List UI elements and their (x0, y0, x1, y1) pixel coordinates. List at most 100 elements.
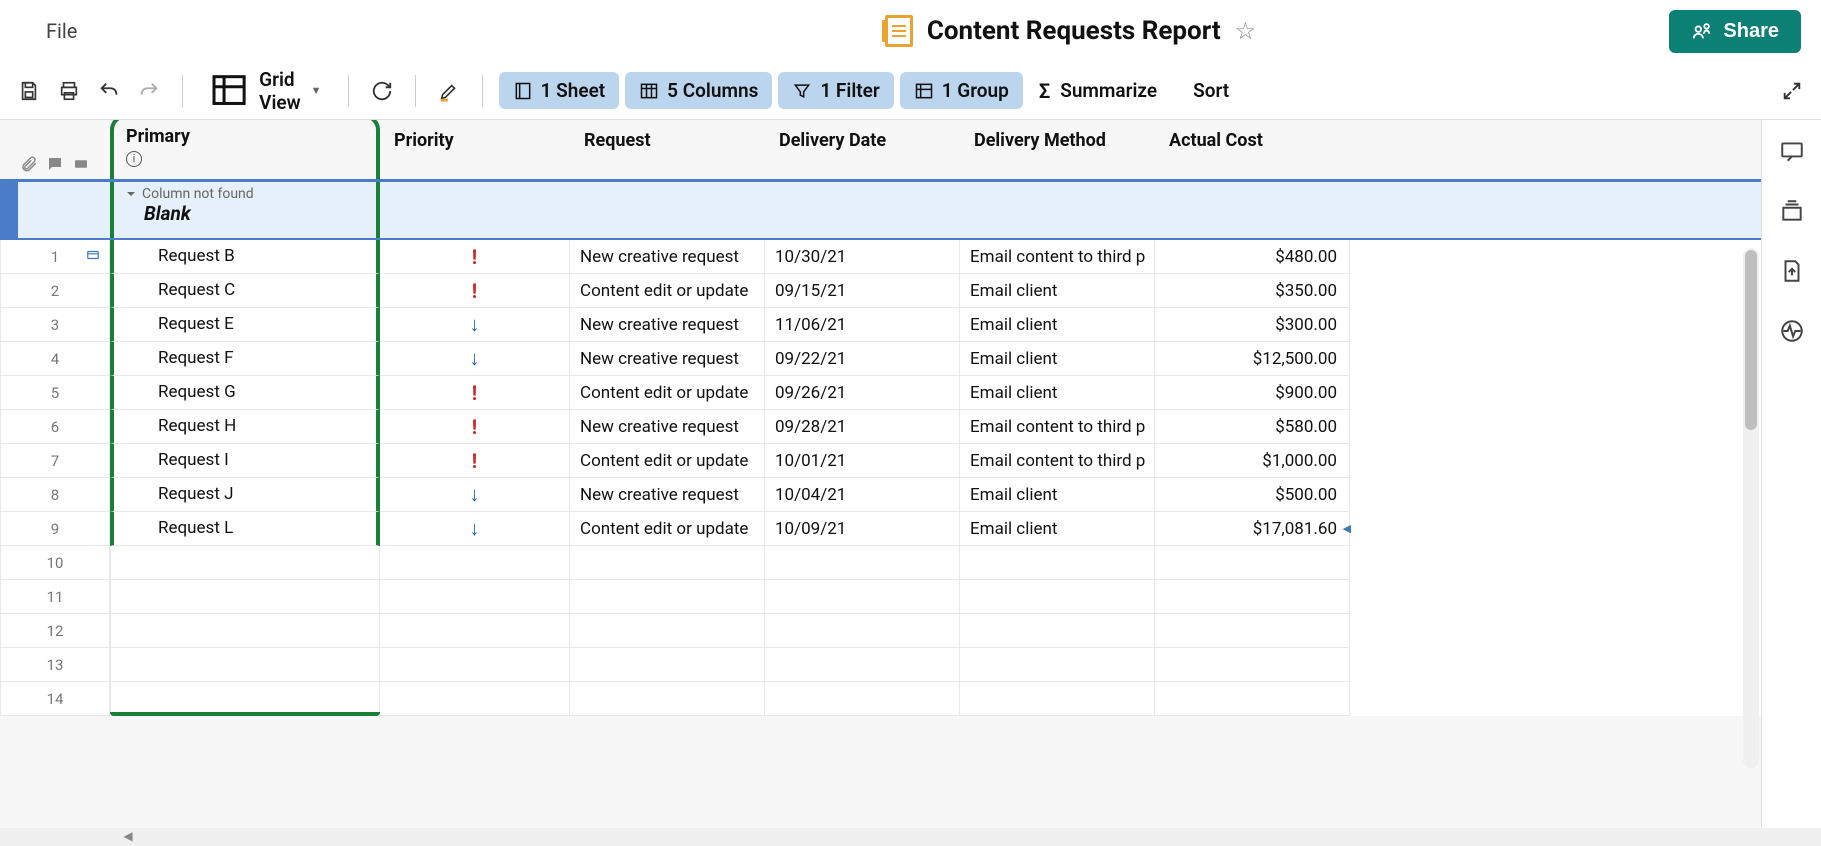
cell-request[interactable] (570, 648, 765, 682)
filter-pill[interactable]: 1 Filter (778, 72, 893, 109)
column-header-delivery-date[interactable]: Delivery Date (765, 120, 960, 179)
row-number[interactable]: 6 (0, 410, 110, 444)
share-button[interactable]: Share (1669, 10, 1801, 53)
cell-primary[interactable]: Request H (110, 410, 380, 444)
cell-priority[interactable]: ! (380, 410, 570, 444)
save-icon[interactable] (12, 74, 46, 108)
cell-primary[interactable] (110, 682, 380, 716)
attachments-panel-icon[interactable] (1779, 258, 1805, 288)
cell-delivery-method[interactable] (960, 682, 1155, 716)
cell-request[interactable] (570, 614, 765, 648)
column-header-actual-cost[interactable]: Actual Cost (1155, 120, 1350, 179)
cell-actual-cost[interactable] (1155, 546, 1350, 580)
row-number[interactable]: 8 (0, 478, 110, 512)
cell-priority[interactable] (380, 648, 570, 682)
cell-priority[interactable] (380, 614, 570, 648)
row-number[interactable]: 2 (0, 274, 110, 308)
row-number[interactable]: 5 (0, 376, 110, 410)
cell-primary[interactable]: Request L (110, 512, 380, 546)
cell-request[interactable]: New creative request (570, 308, 765, 342)
view-selector[interactable]: Grid View ▼ (199, 62, 332, 120)
cell-request[interactable] (570, 580, 765, 614)
table-row[interactable]: 1Request B!New creative request10/30/21E… (0, 240, 1761, 274)
cell-primary[interactable]: Request G (110, 376, 380, 410)
cell-delivery-method[interactable]: Email content to third p (960, 240, 1155, 274)
table-row-empty[interactable]: 10 (0, 546, 1761, 580)
scroll-left-icon[interactable]: ◀ (120, 829, 136, 845)
cell-priority[interactable]: ↓ (380, 308, 570, 342)
cell-delivery-date[interactable]: 10/01/21 (765, 444, 960, 478)
cell-actual-cost[interactable]: $500.00 (1155, 478, 1350, 512)
row-number[interactable]: 9 (0, 512, 110, 546)
cell-primary[interactable]: Request E (110, 308, 380, 342)
info-icon[interactable]: i (126, 151, 142, 167)
table-row[interactable]: 8Request J↓New creative request10/04/21E… (0, 478, 1761, 512)
cell-delivery-date[interactable]: 09/22/21 (765, 342, 960, 376)
table-row-empty[interactable]: 13 (0, 648, 1761, 682)
column-header-delivery-method[interactable]: Delivery Method (960, 120, 1155, 179)
cell-request[interactable]: Content edit or update (570, 376, 765, 410)
vertical-scrollbar[interactable] (1743, 248, 1759, 768)
cell-delivery-method[interactable]: Email client (960, 478, 1155, 512)
sort-button[interactable]: Sort (1173, 73, 1239, 108)
cell-actual-cost[interactable] (1155, 614, 1350, 648)
row-number[interactable]: 12 (0, 614, 110, 648)
file-menu[interactable]: File (38, 15, 85, 47)
cell-actual-cost[interactable]: $300.00 (1155, 308, 1350, 342)
card-icon[interactable] (85, 248, 101, 266)
row-number[interactable]: 7 (0, 444, 110, 478)
cell-actual-cost[interactable] (1155, 682, 1350, 716)
table-row[interactable]: 5Request G!Content edit or update09/26/2… (0, 376, 1761, 410)
cell-request[interactable]: Content edit or update (570, 512, 765, 546)
undo-icon[interactable] (92, 74, 126, 108)
table-row-empty[interactable]: 12 (0, 614, 1761, 648)
cell-delivery-method[interactable] (960, 614, 1155, 648)
cell-delivery-date[interactable]: 10/09/21 (765, 512, 960, 546)
cell-delivery-method[interactable]: Email client (960, 308, 1155, 342)
cell-delivery-date[interactable]: 09/28/21 (765, 410, 960, 444)
cell-delivery-date[interactable] (765, 580, 960, 614)
cell-request[interactable] (570, 682, 765, 716)
table-row[interactable]: 6Request H!New creative request09/28/21E… (0, 410, 1761, 444)
table-row[interactable]: 4Request F↓New creative request09/22/21E… (0, 342, 1761, 376)
cell-priority[interactable]: ↓ (380, 342, 570, 376)
horizontal-scrollbar[interactable]: ◀ (0, 828, 1821, 846)
group-pill[interactable]: 1 Group (900, 72, 1023, 109)
cell-actual-cost[interactable] (1155, 580, 1350, 614)
expand-icon[interactable] (1775, 74, 1809, 108)
cell-delivery-method[interactable] (960, 648, 1155, 682)
row-number[interactable]: 3 (0, 308, 110, 342)
cell-delivery-method[interactable]: Email client (960, 274, 1155, 308)
cell-delivery-date[interactable]: 11/06/21 (765, 308, 960, 342)
redo-icon[interactable] (132, 74, 166, 108)
favorite-star-icon[interactable]: ☆ (1235, 17, 1257, 45)
cell-priority[interactable]: ! (380, 376, 570, 410)
cell-request[interactable]: Content edit or update (570, 274, 765, 308)
cell-primary[interactable]: Request F (110, 342, 380, 376)
columns-pill[interactable]: 5 Columns (625, 72, 772, 109)
cell-priority[interactable]: ↓ (380, 478, 570, 512)
cell-delivery-date[interactable]: 09/26/21 (765, 376, 960, 410)
cell-priority[interactable]: ! (380, 274, 570, 308)
cell-delivery-date[interactable]: 10/30/21 (765, 240, 960, 274)
cell-delivery-method[interactable] (960, 546, 1155, 580)
cell-priority[interactable] (380, 580, 570, 614)
group-handle[interactable] (0, 182, 18, 238)
cell-actual-cost[interactable]: $480.00 (1155, 240, 1350, 274)
cell-request[interactable]: New creative request (570, 410, 765, 444)
cell-primary[interactable] (110, 648, 380, 682)
cell-delivery-method[interactable] (960, 580, 1155, 614)
conversations-icon[interactable] (1779, 138, 1805, 168)
cell-request[interactable]: New creative request (570, 240, 765, 274)
row-number[interactable]: 14 (0, 682, 110, 716)
cell-actual-cost[interactable] (1155, 648, 1350, 682)
cell-priority[interactable] (380, 682, 570, 716)
cell-priority[interactable]: ! (380, 240, 570, 274)
cell-actual-cost[interactable]: $1,000.00 (1155, 444, 1350, 478)
cell-actual-cost[interactable]: $12,500.00 (1155, 342, 1350, 376)
summarize-button[interactable]: Σ Summarize (1029, 73, 1167, 109)
cell-request[interactable] (570, 546, 765, 580)
cell-primary[interactable]: Request I (110, 444, 380, 478)
group-header-row[interactable]: Column not found Blank (0, 182, 1761, 240)
cell-primary[interactable]: Request B (110, 240, 380, 274)
